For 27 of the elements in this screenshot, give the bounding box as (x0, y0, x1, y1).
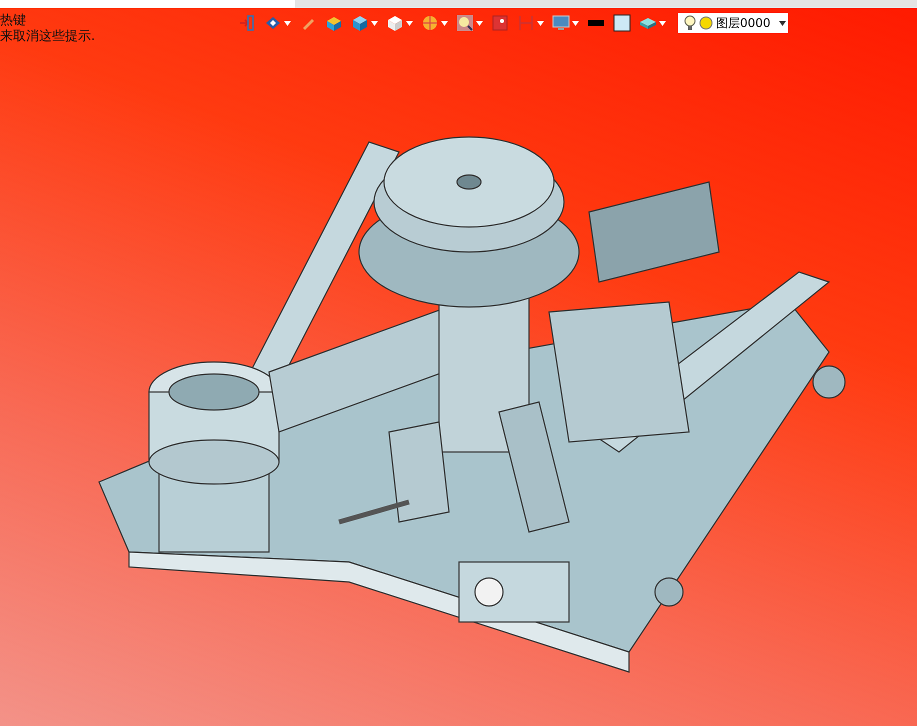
caret-icon (476, 20, 483, 26)
bulb-icon (684, 15, 696, 31)
exit-icon (238, 14, 256, 32)
sun-icon (699, 16, 713, 30)
caret-icon (572, 20, 579, 26)
caret-icon (659, 20, 666, 26)
color-swatch-icon (613, 14, 631, 32)
fit-icon (491, 14, 509, 32)
shaded-box-icon (325, 14, 343, 32)
cube-icon (386, 14, 404, 32)
caret-icon (537, 20, 544, 26)
caret-icon (371, 20, 378, 26)
layer-value: 图层0000 (716, 14, 772, 32)
monitor-icon (552, 14, 570, 32)
caret-icon (284, 20, 291, 26)
hint-text: 热键 (0, 13, 27, 29)
view-icon (264, 14, 282, 32)
toolbar-button[interactable] (611, 13, 633, 33)
zoom-icon (456, 14, 474, 32)
caret-icon (779, 20, 786, 26)
dimension-icon (517, 14, 535, 32)
pie-icon (421, 14, 439, 32)
hint-text: 来取消这些提示. (0, 29, 96, 45)
layer-dropdown[interactable]: 图层0000 (678, 13, 788, 33)
caret-icon (441, 20, 448, 26)
cube-icon (351, 14, 369, 32)
caret-icon (406, 20, 413, 26)
